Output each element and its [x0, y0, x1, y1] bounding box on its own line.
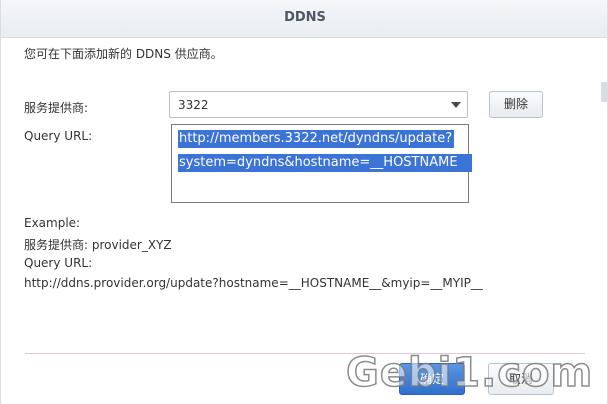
ddns-dialog: DDNS 您可在下面添加新的 DDNS 供应商。 服务提供商: 3322 删除 …	[0, 0, 608, 404]
example-heading: Example:	[24, 216, 81, 230]
example-query-url: http://ddns.provider.org/update?hostname…	[24, 276, 483, 290]
provider-select[interactable]: 3322	[169, 91, 468, 118]
query-url-line-2: system=dyndns&hostname=__HOSTNAME	[178, 154, 472, 172]
watermark: Gebi1.com	[345, 349, 594, 397]
provider-label: 服务提供商:	[24, 101, 89, 115]
query-url-input[interactable]: http://members.3322.net/dyndns/update? s…	[171, 124, 472, 203]
dialog-titlebar: DDNS	[1, 0, 607, 38]
intro-text: 您可在下面添加新的 DDNS 供应商。	[24, 47, 223, 61]
example-provider: 服务提供商: provider_XYZ	[24, 238, 172, 252]
provider-select-value: 3322	[178, 98, 209, 112]
scrollbar-edge	[601, 82, 607, 102]
dialog-title: DDNS	[284, 10, 326, 25]
query-url-line-1: http://members.3322.net/dyndns/update?	[178, 130, 455, 148]
query-url-label: Query URL:	[24, 129, 93, 143]
chevron-down-icon[interactable]	[451, 102, 461, 108]
delete-button[interactable]: 删除	[489, 91, 543, 118]
example-query-label: Query URL:	[24, 256, 93, 270]
